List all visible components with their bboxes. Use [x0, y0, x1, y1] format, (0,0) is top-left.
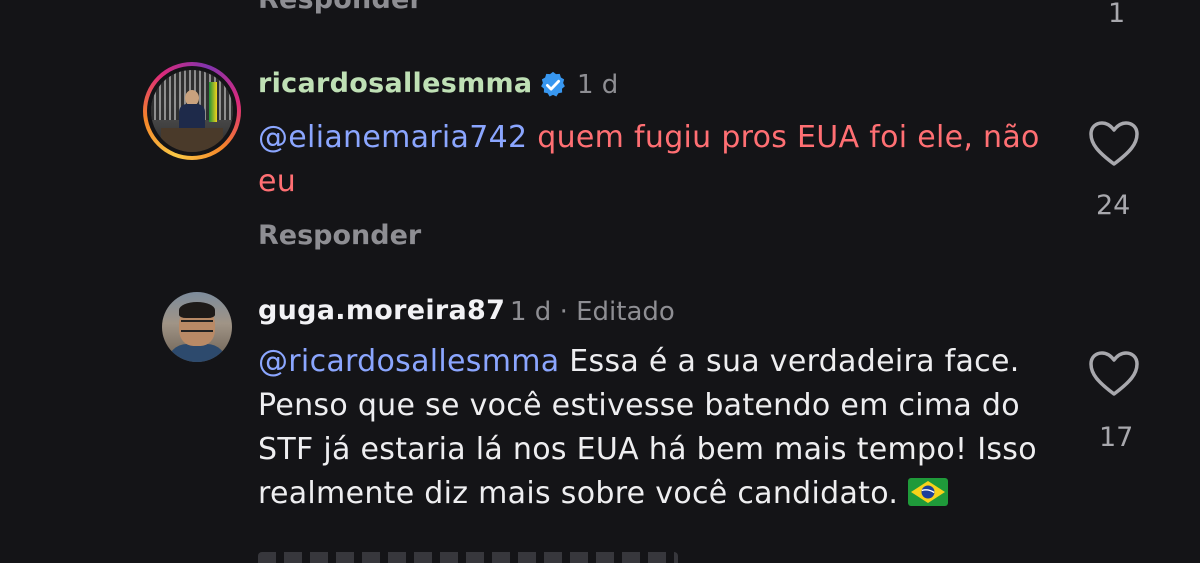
comment-body: @ricardosallesmma Essa é a sua verdadeir… [258, 340, 1078, 516]
comments-thread: Responder 1 ricardosallesmma 1 d @eliane… [0, 0, 1200, 563]
like-count: 1 [1108, 0, 1126, 29]
brazil-flag-icon [908, 478, 949, 506]
reply-button[interactable]: Responder [258, 0, 423, 15]
like-heart-icon[interactable] [1088, 120, 1140, 168]
mention-link[interactable]: @elianemaria742 [258, 120, 527, 155]
cut-off-text-line [258, 552, 678, 563]
like-heart-icon[interactable] [1088, 350, 1140, 398]
comment-username[interactable]: ricardosallesmma [258, 68, 532, 99]
reply-button[interactable]: Responder [258, 220, 421, 251]
verified-badge-icon [541, 71, 565, 97]
like-count: 24 [1096, 190, 1131, 221]
mention-link[interactable]: @ricardosallesmma [258, 344, 559, 379]
avatar [151, 70, 233, 152]
comment-meta: 1 d · Editado [510, 297, 675, 327]
like-count: 17 [1099, 422, 1134, 453]
comment-body: @elianemaria742 quem fugiu pros EUA foi … [258, 116, 1058, 204]
avatar-story-ring[interactable] [143, 62, 241, 160]
comment-timestamp: 1 d [577, 70, 619, 100]
comment-username[interactable]: guga.moreira87 [258, 295, 505, 326]
avatar[interactable] [162, 292, 232, 362]
